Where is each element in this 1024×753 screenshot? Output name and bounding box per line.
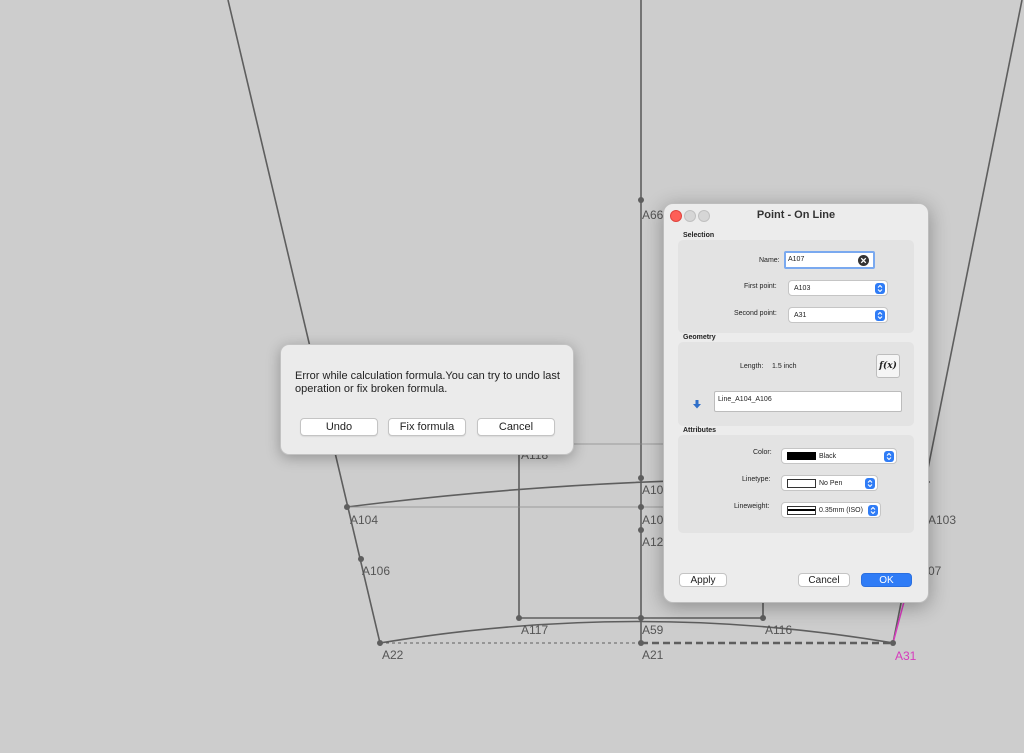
left-outline-line — [227, 0, 381, 644]
attributes-panel: Color: Black Linetype: No Pen Lineweight… — [678, 435, 914, 533]
label-a106: A106 — [362, 564, 391, 578]
chevron-updown-icon — [875, 283, 885, 294]
first-point-value: A103 — [794, 285, 811, 292]
chevron-updown-icon — [865, 478, 875, 489]
lineweight-value: 0.35mm (ISO) — [819, 507, 863, 514]
lineweight-select[interactable]: 0.35mm (ISO) — [781, 502, 881, 518]
clear-field-icon[interactable] — [858, 255, 869, 266]
second-point-value: A31 — [794, 312, 807, 319]
chevron-updown-icon — [868, 505, 878, 516]
down-arrow-icon[interactable] — [692, 399, 702, 409]
point-a21 — [638, 640, 644, 646]
formula-wizard-button[interactable]: f(x) — [876, 354, 900, 378]
point-on-line-dialog: Point - On Line Selection Name: A107 Fir… — [663, 203, 929, 603]
label-a10-1: A10 — [642, 483, 664, 497]
point-a66 — [638, 197, 644, 203]
fix-formula-button[interactable]: Fix formula — [388, 418, 466, 436]
linetype-swatch — [787, 479, 816, 488]
linetype-label: Linetype: — [742, 476, 771, 483]
undo-button[interactable]: Undo — [300, 418, 378, 436]
point-a59 — [638, 615, 644, 621]
second-point-select[interactable]: A31 — [788, 307, 888, 323]
error-message: Error while calculation formula.You can … — [295, 370, 560, 395]
point-a104 — [344, 504, 350, 510]
point-a106 — [358, 556, 364, 562]
hem-curve — [379, 620, 894, 644]
point-a10-1 — [638, 475, 644, 481]
label-a103: A103 — [928, 513, 957, 527]
error-dialog: Error while calculation formula.You can … — [280, 344, 574, 455]
dialog-title: Point - On Line — [756, 209, 836, 221]
label-a22: A22 — [382, 648, 404, 662]
label-a31: A31 — [895, 649, 917, 663]
cancel-button[interactable]: Cancel — [477, 418, 555, 436]
label-a104: A104 — [350, 513, 379, 527]
second-point-label: Second point: — [734, 310, 777, 317]
label-a59: A59 — [642, 623, 664, 637]
color-value: Black — [819, 453, 837, 460]
first-point-select[interactable]: A103 — [788, 280, 888, 296]
point-a12 — [638, 527, 644, 533]
lineweight-label: Lineweight: — [734, 503, 770, 510]
label-a21: A21 — [642, 648, 664, 662]
formula-value: Line_A104_A106 — [718, 396, 772, 403]
label-a117: A117 — [521, 623, 549, 637]
geometry-panel: Length: 1.5 inch f(x) Line_A104_A106 — [678, 342, 914, 426]
geometry-section-title: Geometry — [683, 334, 716, 341]
selection-section-title: Selection — [683, 232, 715, 239]
formula-input[interactable]: Line_A104_A106 — [714, 391, 902, 412]
label-a116: A116 — [765, 623, 793, 637]
label-a12: A12 — [642, 535, 664, 549]
label-a107-partial: 07 — [928, 564, 942, 578]
length-label: Length: — [740, 363, 764, 370]
cancel-button[interactable]: Cancel — [798, 573, 850, 587]
name-input-value: A107 — [788, 256, 805, 263]
first-point-label: First point: — [744, 283, 777, 290]
point-a10-2 — [638, 504, 644, 510]
attributes-section-title: Attributes — [683, 427, 717, 434]
point-a117 — [516, 615, 522, 621]
point-a116 — [760, 615, 766, 621]
length-value: 1.5 inch — [772, 363, 797, 370]
label-a10-2: A10 — [642, 513, 664, 527]
linetype-value: No Pen — [819, 480, 843, 487]
linetype-select[interactable]: No Pen — [781, 475, 878, 491]
color-select[interactable]: Black — [781, 448, 897, 464]
selection-panel: Name: A107 First point: A103 Second poin… — [678, 240, 914, 333]
apply-button[interactable]: Apply — [679, 573, 727, 587]
name-input[interactable]: A107 — [784, 251, 875, 269]
dialog-titlebar: Point - On Line — [664, 204, 928, 226]
lineweight-swatch — [787, 506, 816, 515]
color-label: Color: — [753, 449, 772, 456]
label-a66: A66 — [642, 208, 664, 222]
point-a22 — [377, 640, 383, 646]
name-label: Name: — [759, 257, 780, 264]
color-swatch — [787, 452, 816, 460]
chevron-updown-icon — [875, 310, 885, 321]
point-a31 — [890, 640, 896, 646]
ok-button[interactable]: OK — [861, 573, 912, 587]
highlighted-line-a31 — [892, 597, 906, 644]
chevron-updown-icon — [884, 451, 894, 462]
